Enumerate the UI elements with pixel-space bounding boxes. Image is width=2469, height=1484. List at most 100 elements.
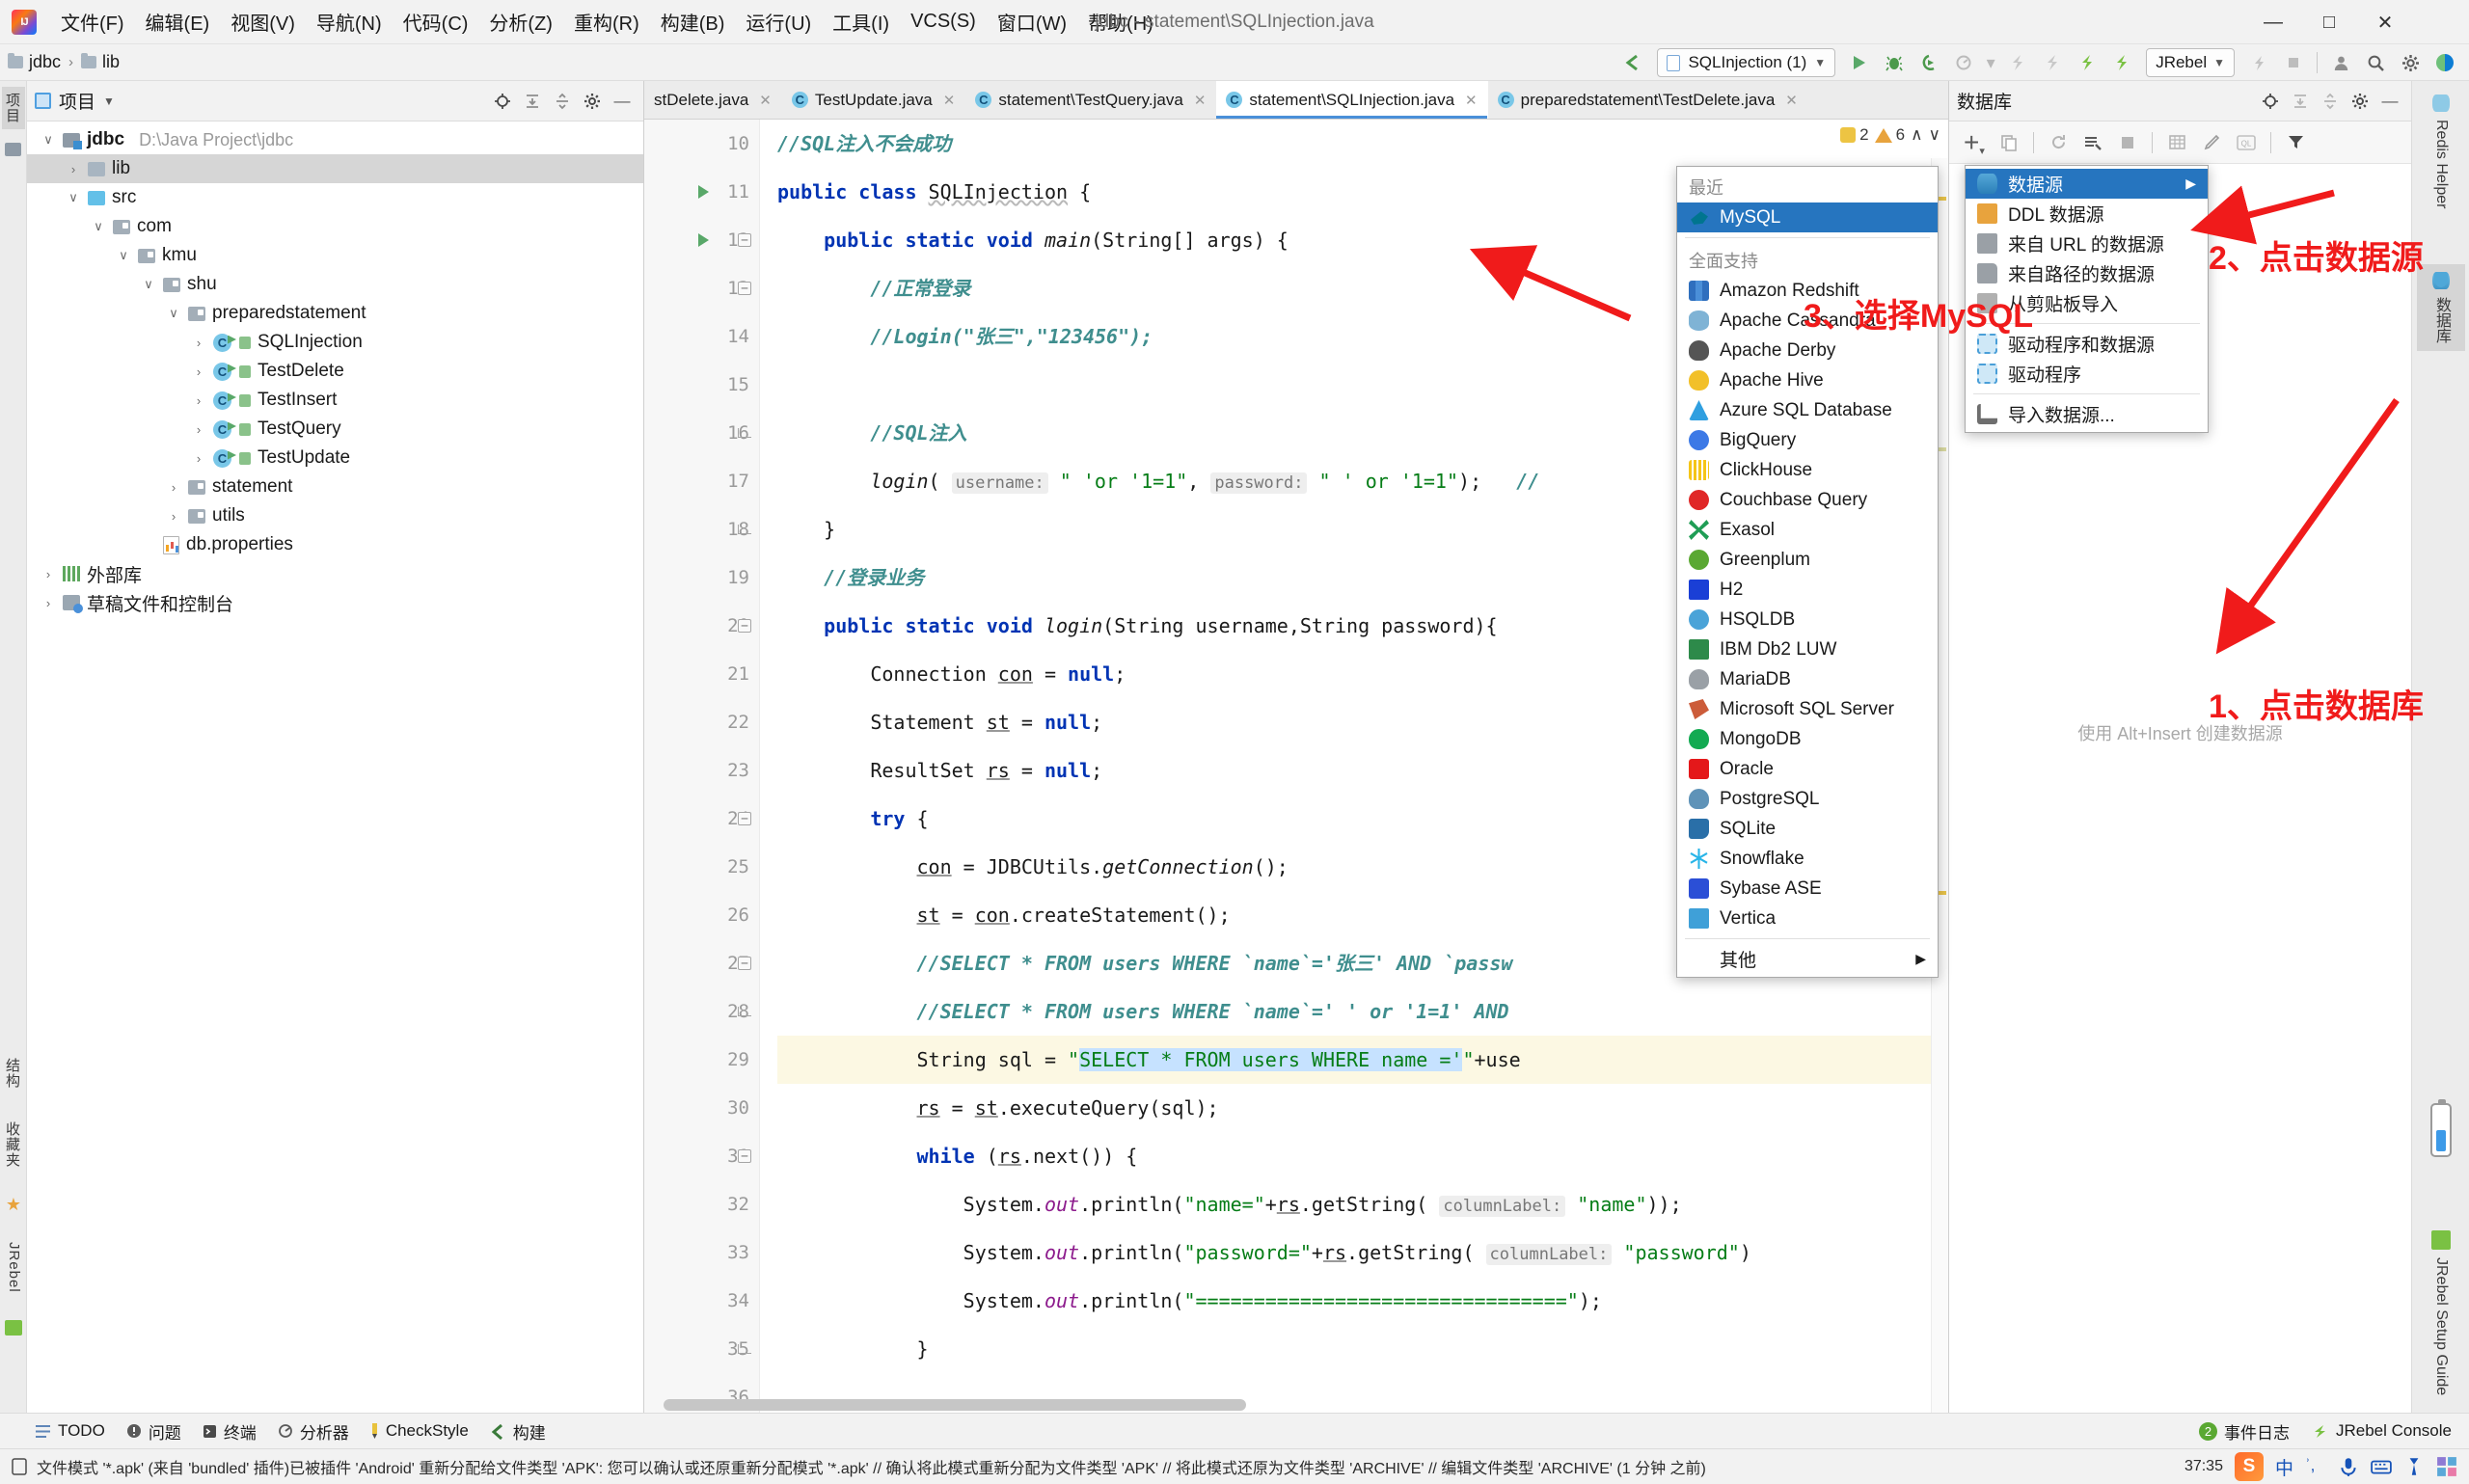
run-configuration-selector[interactable]: SQLInjection (1) ▼ — [1657, 48, 1835, 77]
fold-region-end-icon[interactable] — [738, 525, 751, 534]
code-line-10[interactable]: //SQL注入不会成功 — [777, 120, 1948, 168]
menu-item-0[interactable]: 文件(F) — [50, 4, 135, 40]
idea-assistant-icon[interactable] — [2428, 48, 2461, 77]
vendor-item-azure-sql-database[interactable]: Azure SQL Database — [1677, 395, 1938, 425]
sidebar-tab-jrebel[interactable]: JRebel — [2, 1236, 25, 1299]
gutter-line-22[interactable]: 22 — [644, 698, 759, 746]
code-line-35[interactable]: } — [777, 1325, 1948, 1373]
run-icon[interactable] — [1843, 48, 1876, 77]
hide-panel-icon[interactable]: — — [2376, 88, 2403, 115]
filter-icon[interactable] — [2280, 128, 2311, 157]
gutter-line-18[interactable]: 18 — [644, 505, 759, 553]
editor-tab-3[interactable]: statement\SQLInjection.java✕ — [1216, 81, 1487, 119]
tree-item--[interactable]: ›外部库 — [27, 559, 643, 588]
vendor-item-mariadb[interactable]: MariaDB — [1677, 664, 1938, 694]
bottom-tab-checkstyle[interactable]: CheckStyle — [370, 1421, 469, 1441]
code-line-34[interactable]: System.out.println("====================… — [777, 1277, 1948, 1325]
tree-item-shu[interactable]: ∨shu — [27, 270, 643, 299]
bottom-tab-terminal[interactable]: 终端 — [203, 1419, 257, 1444]
debug-icon[interactable] — [1878, 48, 1911, 77]
vendor-item-mongodb[interactable]: MongoDB — [1677, 724, 1938, 754]
tree-item-kmu[interactable]: ∨kmu — [27, 241, 643, 270]
sogou-ime-icon[interactable]: S — [2235, 1452, 2264, 1481]
chevron-down-icon[interactable]: ∨ — [116, 248, 131, 263]
code-line-31[interactable]: while (rs.next()) { — [777, 1132, 1948, 1180]
editor-tab-0[interactable]: stDelete.java✕ — [644, 81, 782, 119]
editor-tab-2[interactable]: statement\TestQuery.java✕ — [965, 81, 1216, 119]
comma-icon[interactable]: ʾ, — [2305, 1456, 2326, 1477]
datasource-vendor-menu[interactable]: 最近MySQL全面支持Amazon RedshiftApache Cassand… — [1676, 166, 1939, 978]
vendor-item-hsqldb[interactable]: HSQLDB — [1677, 605, 1938, 634]
chevron-right-icon[interactable]: › — [166, 480, 181, 495]
tree-item-statement[interactable]: ›statement — [27, 472, 643, 501]
tree-item-sqlinjection[interactable]: ›SQLInjection — [27, 328, 643, 357]
stop-icon[interactable] — [2277, 48, 2310, 77]
query-console-icon[interactable]: QL — [2231, 128, 2262, 157]
vendor-item-apache-derby[interactable]: Apache Derby — [1677, 336, 1938, 365]
bottom-tab-event-log[interactable]: 2 事件日志 — [2199, 1419, 2290, 1444]
code-line-30[interactable]: rs = st.executeQuery(sql); — [777, 1084, 1948, 1132]
chevron-down-icon[interactable]: ∨ — [91, 219, 106, 234]
bottom-tab-profiler[interactable]: 分析器 — [278, 1419, 349, 1444]
gutter-line-33[interactable]: 33 — [644, 1228, 759, 1277]
jrebel-debug-active-icon[interactable] — [2105, 48, 2138, 77]
menu-item-1[interactable]: 编辑(E) — [135, 4, 221, 40]
collapse-all-icon[interactable] — [549, 88, 576, 115]
gutter-line-30[interactable]: 30 — [644, 1084, 759, 1132]
menu-item-path[interactable]: 来自路径的数据源 — [1966, 258, 2208, 288]
gutter-line-31[interactable]: −31 — [644, 1132, 759, 1180]
menu-item-5[interactable]: 分析(Z) — [478, 4, 563, 40]
gutter-line-24[interactable]: −24 — [644, 795, 759, 843]
warnings-badge[interactable]: 2 — [1840, 125, 1868, 145]
gutter-line-12[interactable]: −12 — [644, 216, 759, 264]
fold-region-end-icon[interactable] — [738, 1344, 751, 1354]
menu-item-10[interactable]: VCS(S) — [900, 7, 987, 37]
bottom-tab-build[interactable]: 构建 — [490, 1419, 546, 1444]
sidebar-tab-redis-helper[interactable]: Redis Helper — [2417, 87, 2465, 216]
editor-gutter[interactable]: 1011−12−13141516171819−20212223−242526−2… — [644, 120, 760, 1413]
vendor-item-h2[interactable]: H2 — [1677, 575, 1938, 605]
tree-item-preparedstatement[interactable]: ∨preparedstatement — [27, 299, 643, 328]
run-gutter-icon[interactable] — [698, 233, 709, 247]
panel-icon[interactable] — [2436, 1456, 2457, 1477]
tree-item--[interactable]: ›草稿文件和控制台 — [27, 588, 643, 617]
tree-item-lib[interactable]: ›lib — [27, 154, 643, 183]
gear-icon[interactable] — [2394, 48, 2427, 77]
gear-icon[interactable] — [579, 88, 606, 115]
vendor-item-postgresql[interactable]: PostgreSQL — [1677, 784, 1938, 814]
sidebar-tab-database[interactable]: 数据库 — [2417, 264, 2465, 351]
tools-icon[interactable] — [2403, 1456, 2425, 1477]
gutter-line-21[interactable]: 21 — [644, 650, 759, 698]
chevron-down-icon[interactable]: ∨ — [141, 277, 156, 292]
tree-item-testdelete[interactable]: ›TestDelete — [27, 357, 643, 386]
profile-icon[interactable] — [1947, 48, 1980, 77]
vendor-item-microsoft-sql-server[interactable]: Microsoft SQL Server — [1677, 694, 1938, 724]
code-line-28[interactable]: //SELECT * FROM users WHERE `name`=' ' o… — [777, 987, 1948, 1036]
jrebel-run-active-icon[interactable] — [2071, 48, 2103, 77]
chevron-down-icon[interactable]: ▼ — [103, 94, 115, 108]
tree-item-testquery[interactable]: ›TestQuery — [27, 415, 643, 444]
tree-item-testinsert[interactable]: ›TestInsert — [27, 386, 643, 415]
tree-item-jdbc[interactable]: ∨jdbcD:\Java Project\jdbc — [27, 125, 643, 154]
jrebel-extra-icon[interactable] — [2242, 48, 2275, 77]
close-icon[interactable]: ✕ — [1465, 92, 1478, 109]
add-icon[interactable]: +▾ — [1959, 128, 1990, 157]
menu-item-ddl[interactable]: DDL 数据源 — [1966, 199, 2208, 229]
sidebar-tab-project[interactable]: 项目 — [2, 87, 25, 129]
jrebel-run-icon[interactable] — [2001, 48, 2034, 77]
breadcrumb-folder[interactable]: lib — [73, 50, 127, 74]
chevron-down-icon[interactable]: ∨ — [41, 132, 56, 148]
gutter-line-25[interactable]: 25 — [644, 843, 759, 891]
collapse-all-icon[interactable] — [2317, 88, 2344, 115]
menu-item-7[interactable]: 构建(B) — [650, 4, 736, 40]
gutter-line-14[interactable]: 14 — [644, 312, 759, 361]
menu-item-data-source[interactable]: 数据源▶ — [1966, 169, 2208, 199]
structure-strip-icon[interactable] — [5, 143, 21, 156]
chevron-right-icon[interactable]: › — [191, 364, 206, 379]
tree-item-testupdate[interactable]: ›TestUpdate — [27, 444, 643, 472]
chevron-right-icon[interactable]: › — [41, 596, 56, 610]
gutter-line-15[interactable]: 15 — [644, 361, 759, 409]
stop-icon[interactable] — [2112, 128, 2143, 157]
chevron-right-icon[interactable]: › — [191, 422, 206, 437]
gutter-line-10[interactable]: 10 — [644, 120, 759, 168]
